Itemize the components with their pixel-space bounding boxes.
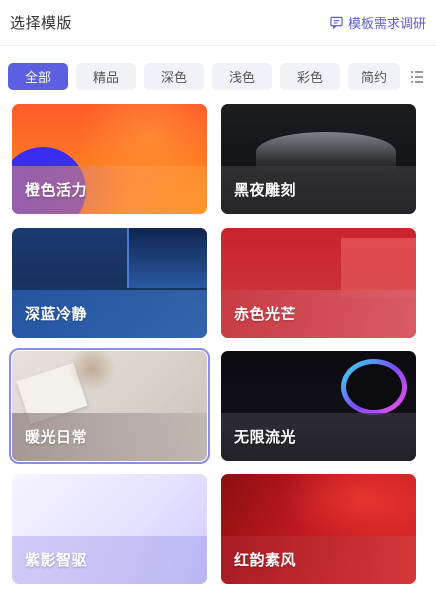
template-name: 橙色活力 <box>25 182 88 199</box>
light-block <box>341 238 416 298</box>
tab-light[interactable]: 浅色 <box>212 63 272 90</box>
glass-block <box>127 228 207 288</box>
tab-simple[interactable]: 简约 <box>348 63 400 90</box>
template-name: 无限流光 <box>234 429 297 446</box>
template-card-lavender[interactable]: 紫影智驱 <box>12 474 207 584</box>
template-name: 暖光日常 <box>25 429 88 446</box>
template-card-crimson[interactable]: 红韵素风 <box>221 474 416 584</box>
list-icon[interactable] <box>410 70 424 84</box>
template-name: 赤色光芒 <box>234 306 297 323</box>
tab-dark[interactable]: 深色 <box>144 63 204 90</box>
page-title: 选择模版 <box>10 15 73 32</box>
message-icon <box>330 16 343 29</box>
tab-colorful[interactable]: 彩色 <box>280 63 340 90</box>
template-name: 深蓝冷静 <box>25 306 88 323</box>
template-card-beige[interactable]: 暖光日常 <box>9 348 210 464</box>
template-card-black[interactable]: 黑夜雕刻 <box>221 104 416 214</box>
tab-all[interactable]: 全部 <box>8 63 68 90</box>
template-name: 紫影智驱 <box>25 552 88 569</box>
template-card-red[interactable]: 赤色光芒 <box>221 228 416 338</box>
template-card-orange[interactable]: 橙色活力 <box>12 104 207 214</box>
survey-label: 模板需求调研 <box>347 16 426 31</box>
template-card-iridescent[interactable]: 无限流光 <box>221 351 416 461</box>
ring-shape <box>341 359 407 415</box>
template-card-navy[interactable]: 深蓝冷静 <box>12 228 207 338</box>
tab-premium[interactable]: 精品 <box>76 63 136 90</box>
template-name: 红韵素风 <box>234 552 297 569</box>
survey-link[interactable]: 模板需求调研 <box>330 13 426 32</box>
template-name: 黑夜雕刻 <box>234 182 297 199</box>
header: 选择模版 模板需求调研 <box>0 0 436 46</box>
filter-tabs: 全部 精品 深色 浅色 彩色 简约 <box>8 63 400 91</box>
